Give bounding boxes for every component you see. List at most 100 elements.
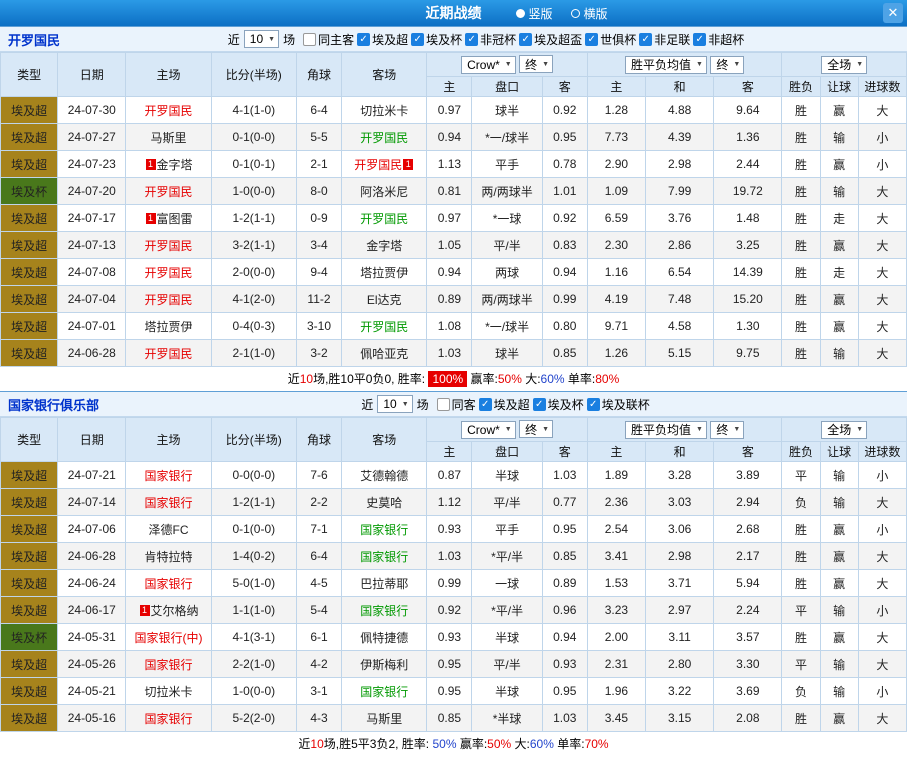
europe-home-odds-cell: 9.71	[587, 313, 645, 340]
score-cell: 2-1(1-0)	[211, 340, 296, 367]
europe-home-odds-cell: 3.45	[587, 705, 645, 732]
league-type-cell: 埃及超	[1, 151, 58, 178]
europe-away-odds-cell: 2.24	[714, 597, 782, 624]
checkbox-unchecked-icon	[303, 33, 316, 46]
odds-company-select[interactable]: Crow*▼	[461, 421, 516, 439]
col-asia-away: 客	[542, 442, 587, 462]
league-type-cell: 埃及超	[1, 705, 58, 732]
summary-part: 单率:	[554, 737, 585, 751]
score-cell: 3-2(1-1)	[211, 232, 296, 259]
filter-option[interactable]: ✓非足联	[639, 31, 690, 48]
result-wdl-cell: 胜	[782, 516, 820, 543]
away-team-name: 佩哈亚克	[360, 347, 408, 361]
filter-option[interactable]: ✓非超杯	[693, 31, 744, 48]
away-team-cell: 佩哈亚克	[342, 340, 427, 367]
home-team-cell: 开罗国民	[126, 232, 211, 259]
result-wdl-cell: 平	[782, 597, 820, 624]
filter-option[interactable]: ✓埃及杯	[533, 396, 584, 413]
col-away: 客场	[342, 53, 427, 97]
europe-home-odds-cell: 6.59	[587, 205, 645, 232]
col-result-wdl: 胜负	[782, 442, 820, 462]
corners-cell: 5-4	[296, 597, 341, 624]
league-type-cell: 埃及超	[1, 313, 58, 340]
layout-horizontal-option[interactable]: 横版	[571, 5, 608, 22]
col-asia-home: 主	[427, 442, 472, 462]
result-wdl-cell: 胜	[782, 151, 820, 178]
result-handicap-cell: 走	[820, 259, 858, 286]
recent-label: 近	[361, 396, 373, 413]
filter-option[interactable]: ✓埃及杯	[411, 31, 462, 48]
league-type-cell: 埃及超	[1, 651, 58, 678]
col-corner: 角球	[296, 53, 341, 97]
col-europe-home: 主	[587, 442, 645, 462]
col-result-handicap: 让球	[820, 77, 858, 97]
summary-part: 50%	[498, 372, 522, 386]
red-card-badge: 1	[403, 159, 413, 170]
result-wdl-cell: 负	[782, 489, 820, 516]
date-cell: 24-06-17	[58, 597, 126, 624]
filter-option[interactable]: ✓世俱杯	[585, 31, 636, 48]
asia-away-odds-cell: 0.93	[542, 651, 587, 678]
match-row: 埃及杯24-05-31国家银行(中)4-1(3-1)6-1佩特捷德0.93半球0…	[1, 624, 907, 651]
away-team-cell: El达克	[342, 286, 427, 313]
scope-select[interactable]: 全场▼	[821, 56, 867, 74]
europe-odds-type-select[interactable]: 胜平负均值▼	[625, 421, 707, 439]
filter-option[interactable]: ✓埃及超盃	[519, 31, 582, 48]
asia-handicap-cell: 平/半	[472, 651, 542, 678]
filter-label: 埃及联杯	[602, 396, 650, 413]
date-cell: 24-07-30	[58, 97, 126, 124]
team-name: 开罗国民	[0, 30, 68, 49]
filter-option[interactable]: ✓埃及超	[357, 31, 408, 48]
asia-handicap-cell: *一/球半	[472, 313, 542, 340]
odds-company-value: Crow*	[467, 58, 500, 72]
titlebar: 近期战绩 竖版 横版 ✕	[0, 0, 907, 26]
date-cell: 24-06-28	[58, 543, 126, 570]
recent-count-select[interactable]: 10▼	[377, 395, 412, 413]
filter-option[interactable]: ✓埃及超	[479, 396, 530, 413]
summary-line: 近10场,胜5平3负2, 胜率: 50% 赢率:50% 大:60% 单率:70%	[0, 732, 907, 756]
odds-company-select[interactable]: Crow*▼	[461, 56, 516, 74]
europe-draw-odds-cell: 3.11	[646, 624, 714, 651]
asia-away-odds-cell: 0.77	[542, 489, 587, 516]
score-cell: 0-0(0-0)	[211, 462, 296, 489]
checkbox-checked-icon: ✓	[479, 398, 492, 411]
asia-handicap-cell: 半球	[472, 462, 542, 489]
asia-handicap-cell: *平/半	[472, 543, 542, 570]
date-cell: 24-07-23	[58, 151, 126, 178]
odds-stage-select[interactable]: 终▼	[519, 55, 553, 73]
close-button[interactable]: ✕	[883, 3, 903, 23]
date-cell: 24-07-17	[58, 205, 126, 232]
europe-home-odds-cell: 2.90	[587, 151, 645, 178]
asia-handicap-cell: 平手	[472, 151, 542, 178]
europe-home-odds-cell: 1.96	[587, 678, 645, 705]
filter-option[interactable]: ✓非冠杯	[465, 31, 516, 48]
layout-vertical-option[interactable]: 竖版	[516, 5, 553, 22]
home-team-cell: 切拉米卡	[126, 678, 211, 705]
filter-option[interactable]: ✓埃及联杯	[587, 396, 650, 413]
europe-stage-select[interactable]: 终▼	[710, 421, 744, 439]
filter-option[interactable]: 同客	[437, 396, 476, 413]
away-team-name: 开罗国民	[354, 158, 402, 172]
away-team-cell: 开罗国民1	[342, 151, 427, 178]
asia-away-odds-cell: 0.95	[542, 124, 587, 151]
filter-label: 非足联	[654, 31, 690, 48]
result-goals-cell: 大	[858, 543, 906, 570]
europe-odds-type-select[interactable]: 胜平负均值▼	[625, 56, 707, 74]
europe-stage-select[interactable]: 终▼	[710, 56, 744, 74]
europe-away-odds-cell: 1.48	[714, 205, 782, 232]
summary-part: 场,胜10平0负0, 胜率:	[313, 372, 428, 386]
europe-away-odds-cell: 2.94	[714, 489, 782, 516]
league-filters: 同主客✓埃及超✓埃及杯✓非冠杯✓埃及超盃✓世俱杯✓非足联✓非超杯	[303, 31, 747, 48]
summary-part: 50%	[487, 737, 511, 751]
asia-away-odds-cell: 1.01	[542, 178, 587, 205]
date-cell: 24-06-28	[58, 340, 126, 367]
odds-stage-select[interactable]: 终▼	[519, 420, 553, 438]
filter-option[interactable]: 同主客	[303, 31, 354, 48]
recent-count-select[interactable]: 10▼	[244, 30, 279, 48]
result-goals-cell: 大	[858, 570, 906, 597]
chevron-down-icon: ▼	[696, 426, 703, 433]
europe-home-odds-cell: 4.19	[587, 286, 645, 313]
scope-select[interactable]: 全场▼	[821, 421, 867, 439]
summary-line: 近10场,胜10平0负0, 胜率: 100% 赢率:50% 大:60% 单率:8…	[0, 367, 907, 391]
asia-home-odds-cell: 1.05	[427, 232, 472, 259]
